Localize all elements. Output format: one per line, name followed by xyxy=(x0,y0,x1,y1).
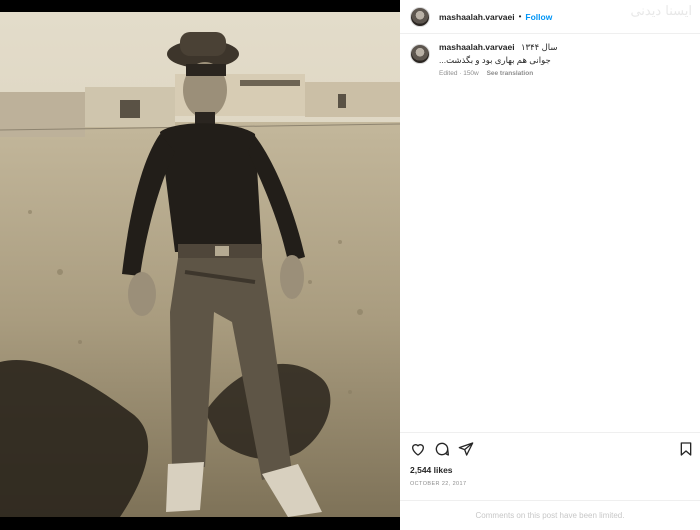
caption-text-line2: جوانی هم بهاری بود و بگذشت... xyxy=(439,55,551,65)
username-link[interactable]: mashaalah.varvaei xyxy=(439,12,515,22)
post-header: mashaalah.varvaei • Follow ایسنا دیدنی xyxy=(400,0,700,34)
separator-dot: • xyxy=(518,12,522,21)
caption-meta: Edited · 150w See translation xyxy=(439,70,558,77)
avatar[interactable] xyxy=(410,6,430,27)
post-date[interactable]: OCTOBER 22, 2017 xyxy=(410,481,466,487)
see-translation-link[interactable]: See translation xyxy=(487,70,534,77)
post-caption: mashaalah.varvaei سال ۱۳۴۴ جوانی هم بهار… xyxy=(410,42,692,77)
comments-limited-notice: Comments on this post have been limited. xyxy=(400,500,700,530)
bookmark-icon[interactable] xyxy=(678,441,694,457)
edited-timestamp: Edited · 150w xyxy=(439,70,479,77)
paper-plane-icon[interactable] xyxy=(458,441,474,457)
caption-avatar[interactable] xyxy=(410,44,430,64)
caption-username-link[interactable]: mashaalah.varvaei xyxy=(439,42,515,52)
watermark-logo: ایسنا دیدنی xyxy=(630,4,692,19)
caption-text-line1: سال ۱۳۴۴ xyxy=(520,42,558,52)
post-actions-bar xyxy=(400,432,700,462)
caption-body: mashaalah.varvaei سال ۱۳۴۴ جوانی هم بهار… xyxy=(439,42,558,77)
follow-button[interactable]: Follow xyxy=(525,12,552,22)
heart-icon[interactable] xyxy=(410,441,426,457)
post-media[interactable] xyxy=(0,0,400,530)
post-side-panel: mashaalah.varvaei • Follow ایسنا دیدنی m… xyxy=(400,0,700,530)
post-photo xyxy=(0,12,400,517)
comment-icon[interactable] xyxy=(434,441,450,457)
likes-count[interactable]: 2,544 likes xyxy=(410,465,453,475)
caption-first-line: mashaalah.varvaei سال ۱۳۴۴ xyxy=(439,42,558,53)
